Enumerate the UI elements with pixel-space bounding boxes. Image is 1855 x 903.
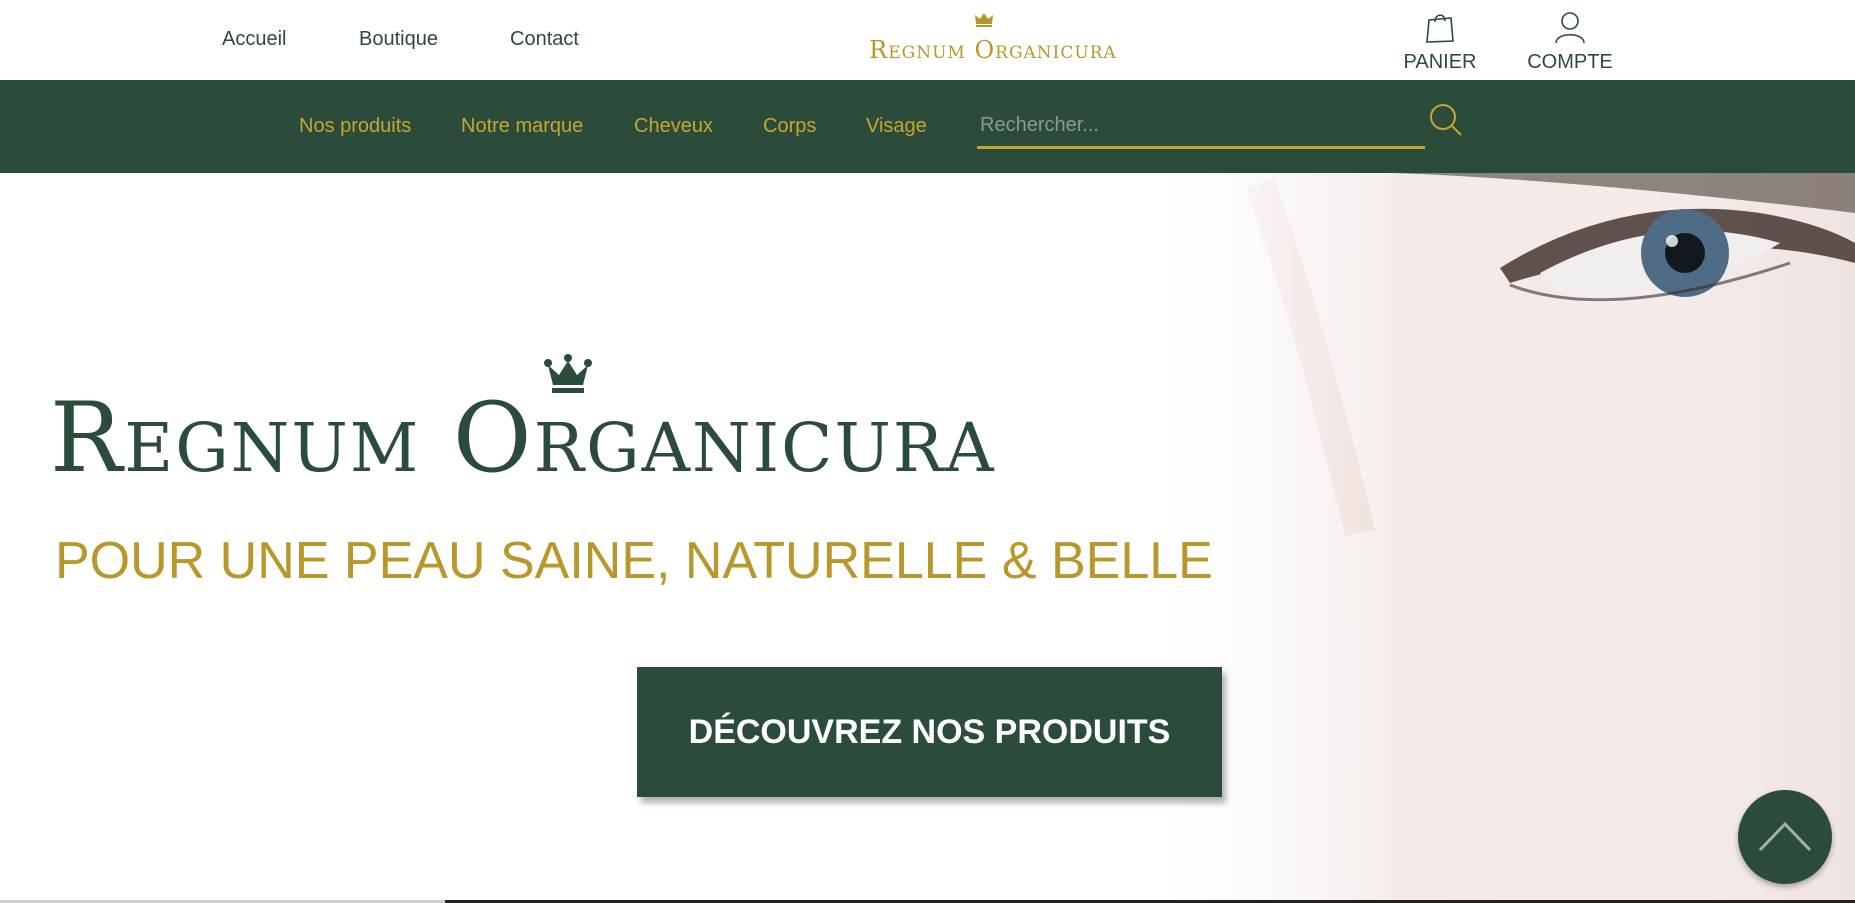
cart-label: PANIER xyxy=(1403,51,1477,73)
category-cheveux[interactable]: Cheveux xyxy=(634,115,713,138)
cart-button[interactable]: PANIER xyxy=(1400,10,1480,74)
account-label: COMPTE xyxy=(1527,51,1613,73)
hero-brand-title: Regnum Organicura xyxy=(50,382,996,494)
scroll-to-top-button[interactable] xyxy=(1738,790,1832,884)
search-input[interactable] xyxy=(977,104,1425,149)
hero-tagline: POUR UNE PEAU SAINE, NATURELLE & BELLE xyxy=(55,532,1213,590)
header-logo[interactable]: Regnum Organicura xyxy=(837,10,1149,70)
chevron-up-icon xyxy=(1758,821,1812,852)
nav-link-boutique[interactable]: Boutique xyxy=(359,28,438,51)
top-header: Accueil Boutique Contact Regnum Organicu… xyxy=(0,0,1855,80)
discover-products-button[interactable]: DÉCOUVREZ NOS PRODUITS xyxy=(637,667,1222,797)
crown-icon xyxy=(975,13,993,27)
category-nav: Nos produits Notre marque Cheveux Corps … xyxy=(0,80,1855,173)
user-icon xyxy=(1555,12,1585,44)
search-button[interactable] xyxy=(1428,102,1464,138)
shopping-bag-icon xyxy=(1426,14,1454,43)
logo-text: Regnum Organicura xyxy=(869,36,1117,64)
nav-link-accueil[interactable]: Accueil xyxy=(222,28,286,51)
hero-banner: Regnum Organicura POUR UNE PEAU SAINE, N… xyxy=(0,173,1855,903)
account-button[interactable]: COMPTE xyxy=(1522,10,1618,74)
category-corps[interactable]: Corps xyxy=(763,115,816,138)
search-icon xyxy=(1430,104,1462,136)
category-visage[interactable]: Visage xyxy=(866,115,927,138)
category-notre-marque[interactable]: Notre marque xyxy=(461,115,583,138)
nav-link-contact[interactable]: Contact xyxy=(510,28,579,51)
category-nos-produits[interactable]: Nos produits xyxy=(299,115,411,138)
